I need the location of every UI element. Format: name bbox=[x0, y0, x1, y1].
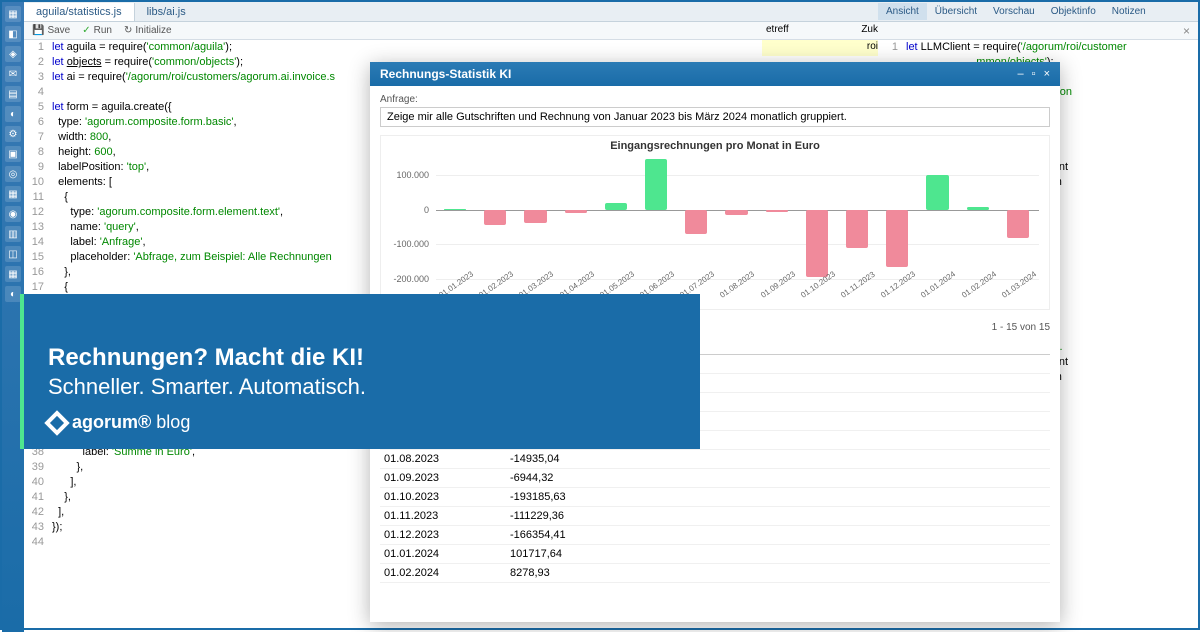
grid-icon[interactable]: ▦ bbox=[5, 6, 21, 22]
rtab-uebersicht[interactable]: Übersicht bbox=[927, 3, 985, 20]
nav-icon-11[interactable]: ▥ bbox=[5, 226, 21, 242]
chart-title: Eingangsrechnungen pro Monat in Euro bbox=[381, 136, 1049, 156]
minimize-icon[interactable]: – bbox=[1018, 68, 1024, 80]
maximize-icon[interactable]: ▫ bbox=[1032, 68, 1036, 80]
table-row[interactable]: 01.09.2023-6944,32 bbox=[380, 469, 1050, 488]
search-result: roi bbox=[762, 40, 882, 56]
overlay-subline: Schneller. Smarter. Automatisch. bbox=[48, 374, 672, 400]
editor-toolbar: 💾Save ✓Run ↻Initialize × bbox=[24, 22, 1198, 40]
nav-icon-14[interactable]: ◐ bbox=[5, 286, 21, 302]
promo-overlay: Rechnungen? Macht die KI! Schneller. Sma… bbox=[20, 294, 700, 449]
rtab-objektinfo[interactable]: Objektinfo bbox=[1043, 3, 1104, 20]
nav-icon-3[interactable]: ✉ bbox=[5, 66, 21, 82]
run-button[interactable]: ✓Run bbox=[82, 25, 112, 36]
table-row[interactable]: 01.02.20248278,93 bbox=[380, 564, 1050, 583]
nav-icon-13[interactable]: ▦ bbox=[5, 266, 21, 282]
nav-icon-7[interactable]: ▣ bbox=[5, 146, 21, 162]
nav-icon-1[interactable]: ◧ bbox=[5, 26, 21, 42]
nav-icon-5[interactable]: ◐ bbox=[5, 106, 21, 122]
list-header: etreffZuk bbox=[762, 22, 882, 40]
nav-icon-12[interactable]: ◫ bbox=[5, 246, 21, 262]
tab-ai[interactable]: libs/ai.js bbox=[135, 3, 198, 21]
table-row[interactable]: 01.11.2023-111229,36 bbox=[380, 507, 1050, 526]
rtab-notizen[interactable]: Notizen bbox=[1104, 3, 1154, 20]
table-row[interactable]: 01.08.2023-14935,04 bbox=[380, 450, 1050, 469]
check-icon: ✓ bbox=[82, 25, 90, 36]
popup-titlebar[interactable]: Rechnungs-Statistik KI – ▫ × bbox=[370, 62, 1060, 86]
init-button[interactable]: ↻Initialize bbox=[124, 25, 172, 36]
table-row[interactable]: 01.10.2023-193185,63 bbox=[380, 488, 1050, 507]
rtab-ansicht[interactable]: Ansicht bbox=[878, 3, 927, 20]
table-row[interactable]: 01.01.2024101717,64 bbox=[380, 545, 1050, 564]
rtab-vorschau[interactable]: Vorschau bbox=[985, 3, 1043, 20]
brand-logo: agorum® blog bbox=[48, 412, 190, 433]
tab-statistics[interactable]: aguila/statistics.js bbox=[24, 3, 135, 21]
chart: Eingangsrechnungen pro Monat in Euro 100… bbox=[380, 135, 1050, 310]
nav-icon-8[interactable]: ◎ bbox=[5, 166, 21, 182]
save-button[interactable]: 💾Save bbox=[32, 25, 70, 36]
popup-title-text: Rechnungs-Statistik KI bbox=[380, 67, 511, 81]
popup-close-icon[interactable]: × bbox=[1044, 68, 1050, 80]
close-icon[interactable]: × bbox=[1183, 24, 1190, 38]
refresh-icon: ↻ bbox=[124, 25, 132, 36]
nav-icon-6[interactable]: ⚙ bbox=[5, 126, 21, 142]
query-input[interactable] bbox=[380, 107, 1050, 127]
query-label: Anfrage: bbox=[380, 94, 1050, 105]
nav-icon-4[interactable]: ▤ bbox=[5, 86, 21, 102]
nav-icon-10[interactable]: ◉ bbox=[5, 206, 21, 222]
logo-icon bbox=[44, 410, 69, 435]
nav-icon-2[interactable]: ◈ bbox=[5, 46, 21, 62]
save-icon: 💾 bbox=[32, 25, 44, 36]
nav-icon-9[interactable]: ▦ bbox=[5, 186, 21, 202]
table-row[interactable]: 01.12.2023-166354,41 bbox=[380, 526, 1050, 545]
overlay-headline: Rechnungen? Macht die KI! bbox=[48, 344, 672, 372]
right-panel-tabs: Ansicht Übersicht Vorschau Objektinfo No… bbox=[878, 2, 1198, 22]
